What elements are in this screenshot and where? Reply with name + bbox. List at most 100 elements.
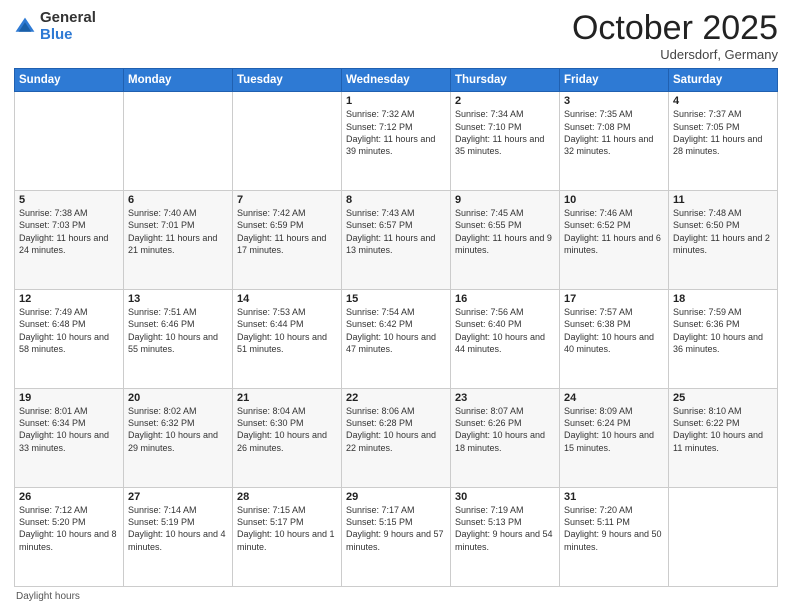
day-number: 23	[455, 392, 555, 404]
calendar-cell: 1Sunrise: 7:32 AM Sunset: 7:12 PM Daylig…	[342, 92, 451, 191]
calendar-cell: 10Sunrise: 7:46 AM Sunset: 6:52 PM Dayli…	[560, 191, 669, 290]
cell-detail: Sunrise: 7:20 AM Sunset: 5:11 PM Dayligh…	[564, 504, 664, 553]
calendar-table: SundayMondayTuesdayWednesdayThursdayFrid…	[14, 68, 778, 587]
calendar-cell: 2Sunrise: 7:34 AM Sunset: 7:10 PM Daylig…	[451, 92, 560, 191]
day-number: 25	[673, 392, 773, 404]
cell-detail: Sunrise: 7:34 AM Sunset: 7:10 PM Dayligh…	[455, 108, 555, 157]
cell-detail: Sunrise: 8:02 AM Sunset: 6:32 PM Dayligh…	[128, 405, 228, 454]
calendar-cell: 8Sunrise: 7:43 AM Sunset: 6:57 PM Daylig…	[342, 191, 451, 290]
cell-detail: Sunrise: 7:51 AM Sunset: 6:46 PM Dayligh…	[128, 306, 228, 355]
cell-detail: Sunrise: 7:49 AM Sunset: 6:48 PM Dayligh…	[19, 306, 119, 355]
day-number: 20	[128, 392, 228, 404]
day-number: 2	[455, 95, 555, 107]
calendar-cell	[124, 92, 233, 191]
cell-detail: Sunrise: 7:43 AM Sunset: 6:57 PM Dayligh…	[346, 207, 446, 256]
cell-detail: Sunrise: 8:06 AM Sunset: 6:28 PM Dayligh…	[346, 405, 446, 454]
calendar-cell: 23Sunrise: 8:07 AM Sunset: 6:26 PM Dayli…	[451, 389, 560, 488]
cell-detail: Sunrise: 8:10 AM Sunset: 6:22 PM Dayligh…	[673, 405, 773, 454]
day-number: 15	[346, 293, 446, 305]
day-number: 28	[237, 491, 337, 503]
cell-detail: Sunrise: 7:42 AM Sunset: 6:59 PM Dayligh…	[237, 207, 337, 256]
cell-detail: Sunrise: 7:35 AM Sunset: 7:08 PM Dayligh…	[564, 108, 664, 157]
calendar-cell: 15Sunrise: 7:54 AM Sunset: 6:42 PM Dayli…	[342, 290, 451, 389]
calendar-cell: 27Sunrise: 7:14 AM Sunset: 5:19 PM Dayli…	[124, 488, 233, 587]
calendar-week-row: 12Sunrise: 7:49 AM Sunset: 6:48 PM Dayli…	[15, 290, 778, 389]
calendar-cell: 24Sunrise: 8:09 AM Sunset: 6:24 PM Dayli…	[560, 389, 669, 488]
calendar-cell	[233, 92, 342, 191]
day-number: 12	[19, 293, 119, 305]
calendar-day-header: Friday	[560, 69, 669, 92]
cell-detail: Sunrise: 7:53 AM Sunset: 6:44 PM Dayligh…	[237, 306, 337, 355]
cell-detail: Sunrise: 7:14 AM Sunset: 5:19 PM Dayligh…	[128, 504, 228, 553]
footer-note: Daylight hours	[14, 591, 778, 602]
day-number: 3	[564, 95, 664, 107]
cell-detail: Sunrise: 7:56 AM Sunset: 6:40 PM Dayligh…	[455, 306, 555, 355]
calendar-week-row: 19Sunrise: 8:01 AM Sunset: 6:34 PM Dayli…	[15, 389, 778, 488]
day-number: 18	[673, 293, 773, 305]
day-number: 11	[673, 194, 773, 206]
calendar-day-header: Thursday	[451, 69, 560, 92]
calendar-week-row: 26Sunrise: 7:12 AM Sunset: 5:20 PM Dayli…	[15, 488, 778, 587]
cell-detail: Sunrise: 8:04 AM Sunset: 6:30 PM Dayligh…	[237, 405, 337, 454]
calendar-cell: 21Sunrise: 8:04 AM Sunset: 6:30 PM Dayli…	[233, 389, 342, 488]
calendar-day-header: Wednesday	[342, 69, 451, 92]
cell-detail: Sunrise: 7:45 AM Sunset: 6:55 PM Dayligh…	[455, 207, 555, 256]
day-number: 8	[346, 194, 446, 206]
calendar-header-row: SundayMondayTuesdayWednesdayThursdayFrid…	[15, 69, 778, 92]
day-number: 9	[455, 194, 555, 206]
calendar-cell: 25Sunrise: 8:10 AM Sunset: 6:22 PM Dayli…	[669, 389, 778, 488]
cell-detail: Sunrise: 7:46 AM Sunset: 6:52 PM Dayligh…	[564, 207, 664, 256]
calendar-cell: 3Sunrise: 7:35 AM Sunset: 7:08 PM Daylig…	[560, 92, 669, 191]
day-number: 17	[564, 293, 664, 305]
calendar-cell: 12Sunrise: 7:49 AM Sunset: 6:48 PM Dayli…	[15, 290, 124, 389]
calendar-cell: 30Sunrise: 7:19 AM Sunset: 5:13 PM Dayli…	[451, 488, 560, 587]
cell-detail: Sunrise: 7:37 AM Sunset: 7:05 PM Dayligh…	[673, 108, 773, 157]
header: General Blue October 2025 Udersdorf, Ger…	[14, 10, 778, 62]
calendar-cell: 31Sunrise: 7:20 AM Sunset: 5:11 PM Dayli…	[560, 488, 669, 587]
day-number: 16	[455, 293, 555, 305]
day-number: 24	[564, 392, 664, 404]
cell-detail: Sunrise: 7:54 AM Sunset: 6:42 PM Dayligh…	[346, 306, 446, 355]
cell-detail: Sunrise: 7:40 AM Sunset: 7:01 PM Dayligh…	[128, 207, 228, 256]
day-number: 5	[19, 194, 119, 206]
location: Udersdorf, Germany	[572, 47, 778, 62]
day-number: 10	[564, 194, 664, 206]
calendar-cell	[15, 92, 124, 191]
calendar-cell: 14Sunrise: 7:53 AM Sunset: 6:44 PM Dayli…	[233, 290, 342, 389]
logo-icon	[14, 16, 36, 38]
calendar-cell: 29Sunrise: 7:17 AM Sunset: 5:15 PM Dayli…	[342, 488, 451, 587]
calendar-cell: 4Sunrise: 7:37 AM Sunset: 7:05 PM Daylig…	[669, 92, 778, 191]
calendar-cell: 9Sunrise: 7:45 AM Sunset: 6:55 PM Daylig…	[451, 191, 560, 290]
day-number: 7	[237, 194, 337, 206]
calendar-cell: 22Sunrise: 8:06 AM Sunset: 6:28 PM Dayli…	[342, 389, 451, 488]
calendar-cell: 26Sunrise: 7:12 AM Sunset: 5:20 PM Dayli…	[15, 488, 124, 587]
calendar-day-header: Sunday	[15, 69, 124, 92]
calendar-cell: 16Sunrise: 7:56 AM Sunset: 6:40 PM Dayli…	[451, 290, 560, 389]
day-number: 21	[237, 392, 337, 404]
calendar-cell: 7Sunrise: 7:42 AM Sunset: 6:59 PM Daylig…	[233, 191, 342, 290]
calendar-cell: 28Sunrise: 7:15 AM Sunset: 5:17 PM Dayli…	[233, 488, 342, 587]
day-number: 22	[346, 392, 446, 404]
calendar-day-header: Saturday	[669, 69, 778, 92]
day-number: 1	[346, 95, 446, 107]
cell-detail: Sunrise: 7:48 AM Sunset: 6:50 PM Dayligh…	[673, 207, 773, 256]
cell-detail: Sunrise: 8:07 AM Sunset: 6:26 PM Dayligh…	[455, 405, 555, 454]
day-number: 26	[19, 491, 119, 503]
calendar-day-header: Monday	[124, 69, 233, 92]
calendar-cell: 11Sunrise: 7:48 AM Sunset: 6:50 PM Dayli…	[669, 191, 778, 290]
calendar-week-row: 1Sunrise: 7:32 AM Sunset: 7:12 PM Daylig…	[15, 92, 778, 191]
day-number: 31	[564, 491, 664, 503]
cell-detail: Sunrise: 7:57 AM Sunset: 6:38 PM Dayligh…	[564, 306, 664, 355]
cell-detail: Sunrise: 7:15 AM Sunset: 5:17 PM Dayligh…	[237, 504, 337, 553]
calendar-cell	[669, 488, 778, 587]
logo: General Blue	[14, 10, 96, 43]
cell-detail: Sunrise: 7:38 AM Sunset: 7:03 PM Dayligh…	[19, 207, 119, 256]
day-number: 29	[346, 491, 446, 503]
day-number: 27	[128, 491, 228, 503]
calendar-cell: 20Sunrise: 8:02 AM Sunset: 6:32 PM Dayli…	[124, 389, 233, 488]
page: General Blue October 2025 Udersdorf, Ger…	[0, 0, 792, 612]
calendar-week-row: 5Sunrise: 7:38 AM Sunset: 7:03 PM Daylig…	[15, 191, 778, 290]
day-number: 6	[128, 194, 228, 206]
day-number: 4	[673, 95, 773, 107]
cell-detail: Sunrise: 8:09 AM Sunset: 6:24 PM Dayligh…	[564, 405, 664, 454]
